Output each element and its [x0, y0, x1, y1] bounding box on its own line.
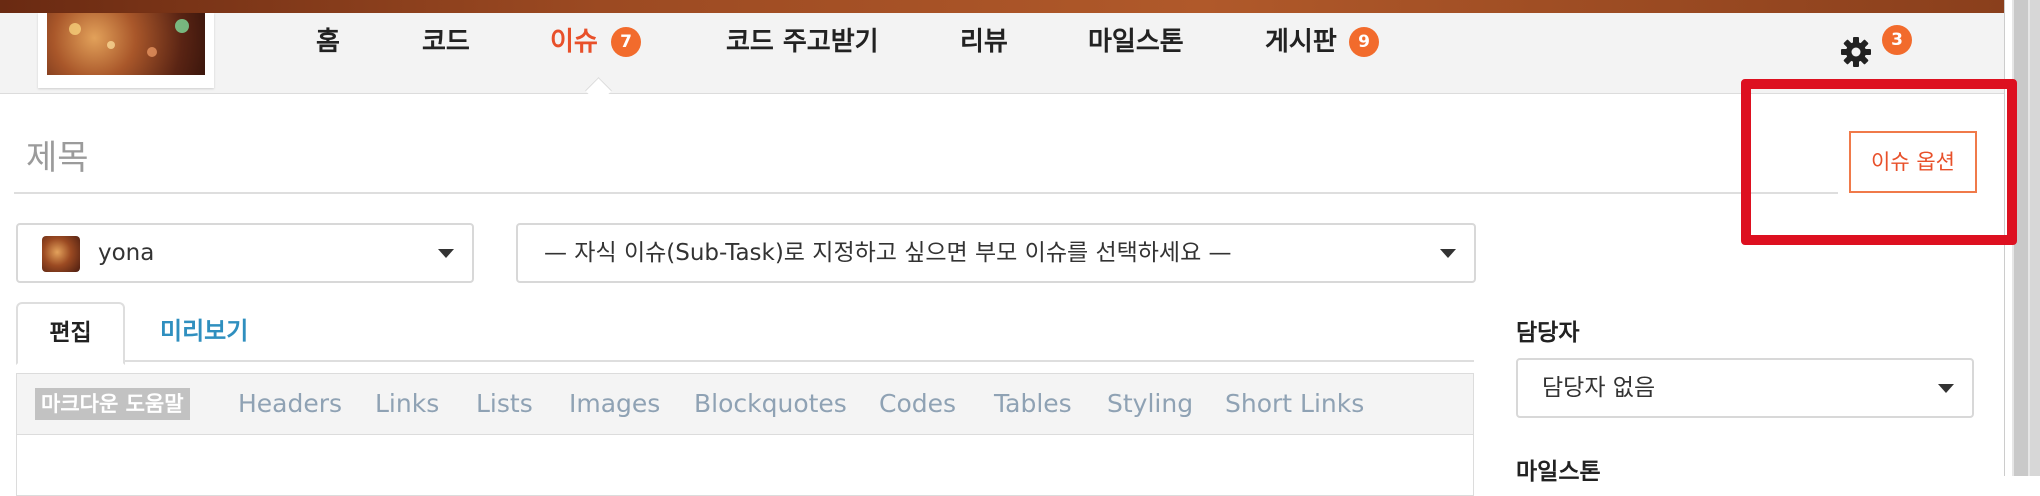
header-banner: [0, 0, 2004, 13]
help-link-links[interactable]: Links: [375, 388, 439, 420]
help-link-short-links[interactable]: Short Links: [1225, 388, 1364, 420]
nav-item-code[interactable]: 코드: [422, 22, 470, 62]
board-count-badge: 9: [1349, 27, 1379, 57]
nav-item-review[interactable]: 리뷰: [960, 22, 1008, 62]
chevron-down-icon: [1938, 384, 1954, 393]
help-link-blockquotes[interactable]: Blockquotes: [694, 388, 847, 420]
issues-count-badge: 7: [611, 27, 641, 57]
help-link-headers[interactable]: Headers: [238, 388, 342, 420]
window-edge: [2030, 0, 2040, 476]
help-link-tables[interactable]: Tables: [994, 388, 1072, 420]
project-logo[interactable]: [38, 13, 214, 88]
tab-edit[interactable]: 편집: [16, 302, 125, 365]
settings-badge: 3: [1882, 25, 1912, 55]
author-name: yona: [98, 240, 155, 266]
highlight-annotation: [1741, 79, 2017, 245]
assignee-label: 담당자: [1516, 320, 1580, 346]
help-link-images[interactable]: Images: [569, 388, 660, 420]
nav-item-pull-requests[interactable]: 코드 주고받기: [726, 22, 879, 62]
help-link-lists[interactable]: Lists: [476, 388, 533, 420]
help-link-codes[interactable]: Codes: [879, 388, 956, 420]
markdown-help-label: 마크다운 도움말: [35, 388, 190, 420]
parent-issue-select[interactable]: — 자식 이슈(Sub-Task)로 지정하고 싶으면 부모 이슈를 선택하세요…: [516, 223, 1476, 283]
author-select[interactable]: yona: [16, 223, 474, 283]
help-link-styling[interactable]: Styling: [1107, 388, 1193, 420]
milestone-label: 마일스톤: [1516, 459, 1601, 485]
issue-body-editor[interactable]: [16, 434, 1474, 496]
markdown-help-bar: 마크다운 도움말 Headers Links Lists Images Bloc…: [16, 373, 1474, 434]
parent-issue-placeholder: — 자식 이슈(Sub-Task)로 지정하고 싶으면 부모 이슈를 선택하세요…: [544, 240, 1232, 266]
nav-item-home[interactable]: 홈: [316, 22, 340, 62]
avatar: [42, 236, 80, 272]
nav-item-issues[interactable]: 이슈: [550, 22, 598, 62]
chevron-down-icon: [438, 249, 454, 258]
assignee-select[interactable]: 담당자 없음: [1516, 358, 1974, 418]
assignee-value: 담당자 없음: [1542, 375, 1656, 401]
nav-item-milestones[interactable]: 마일스톤: [1088, 22, 1184, 62]
chevron-down-icon: [1440, 249, 1456, 258]
nav-item-board[interactable]: 게시판: [1265, 22, 1337, 62]
gear-icon[interactable]: [1840, 36, 1872, 68]
tab-preview[interactable]: 미리보기: [160, 302, 248, 361]
project-logo-image: [47, 13, 205, 75]
issue-title-input[interactable]: [14, 124, 1838, 194]
